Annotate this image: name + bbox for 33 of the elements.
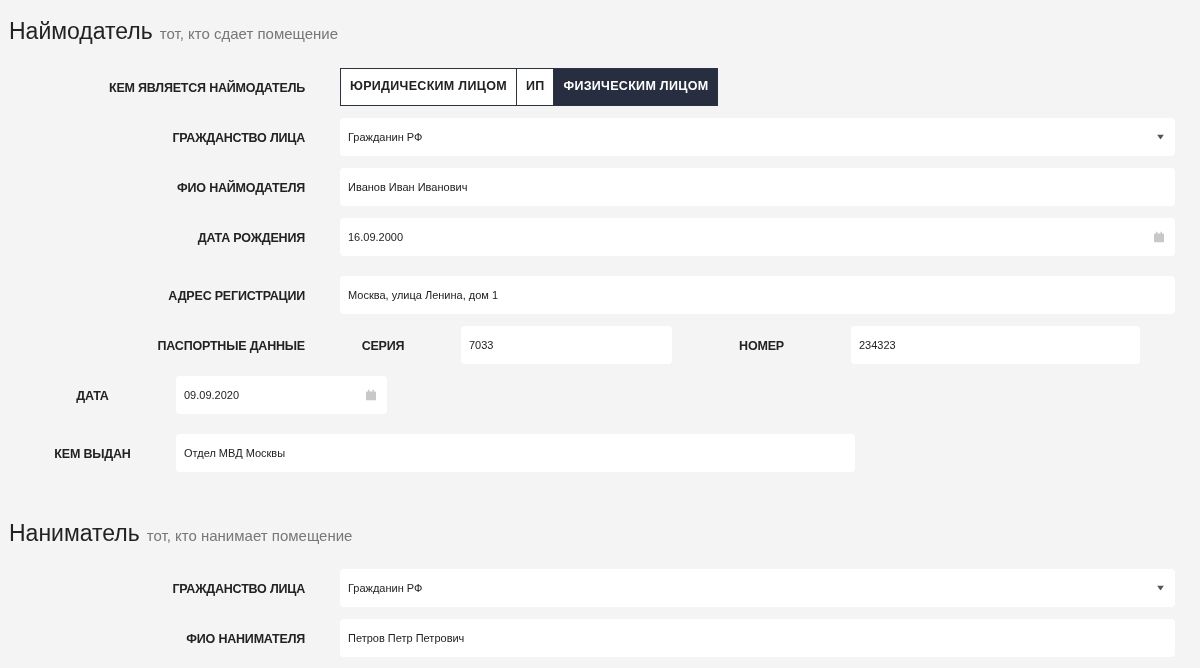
field-label: ДАТА РОЖДЕНИЯ — [197, 230, 305, 245]
field-label: СЕРИЯ — [361, 338, 405, 353]
toggle-option[interactable]: ИП — [515, 68, 554, 105]
field-label: ГРАЖДАНСТВО ЛИЦА — [172, 582, 305, 596]
input-field[interactable]: 7033 — [461, 325, 672, 364]
toggle-option[interactable]: ФИЗИЧЕСКИМ ЛИЦОМ — [553, 68, 718, 105]
section-title: Наниматель — [9, 518, 140, 548]
caret-icon — [1157, 585, 1164, 591]
input-field[interactable]: Отдел МВД Москвы — [176, 433, 855, 472]
field-label: АДРЕС РЕГИСТРАЦИИ — [168, 288, 305, 303]
date-field[interactable]: 16.09.2000 — [340, 217, 1175, 256]
section-subtitle: тот, кто сдает помещение — [159, 24, 339, 44]
date-field[interactable]: 09.09.2020 — [176, 375, 387, 414]
toggle-option[interactable]: ЮРИДИЧЕСКИМ ЛИЦОМ — [341, 68, 516, 105]
field-label: ГРАЖДАНСТВО ЛИЦА — [172, 130, 305, 145]
field-label: ПАСПОРТНЫЕ ДАННЫЕ — [157, 338, 305, 353]
field-label: ФИО НАНИМАТЕЛЯ — [186, 632, 305, 646]
select-field[interactable]: Гражданин РФ — [340, 117, 1175, 156]
caret-icon — [1157, 134, 1164, 139]
input-field[interactable]: Петров Петр Петрович — [340, 619, 1175, 657]
section-subtitle: тот, кто нанимает помещение — [146, 525, 353, 546]
input-field[interactable]: Иванов Иван Иванович — [340, 167, 1175, 206]
calendar-icon — [1154, 231, 1164, 242]
field-label: НОМЕР — [739, 338, 784, 353]
section-title: Наймодатель — [9, 17, 153, 46]
field-label: ДАТА — [76, 388, 109, 403]
calendar-icon — [366, 389, 376, 400]
field-label: КЕМ ЯВЛЯЕТСЯ НАЙМОДАТЕЛЬ — [109, 80, 305, 95]
select-field[interactable]: Гражданин РФ — [340, 569, 1175, 607]
input-field[interactable]: Москва, улица Ленина, дом 1 — [340, 275, 1175, 314]
field-label: КЕМ ВЫДАН — [54, 446, 131, 461]
field-label: ФИО НАЙМОДАТЕЛЯ — [177, 180, 305, 195]
input-field[interactable]: 234323 — [851, 325, 1140, 364]
